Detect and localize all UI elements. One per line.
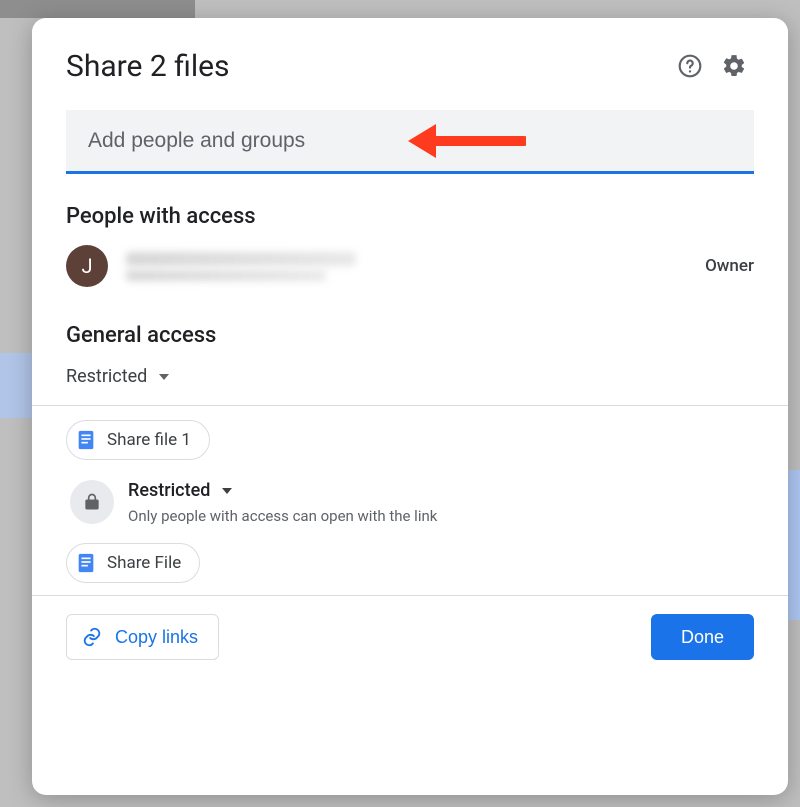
link-icon [81, 626, 103, 648]
avatar: J [66, 245, 108, 287]
add-people-field[interactable] [66, 110, 754, 174]
add-people-input[interactable] [86, 128, 734, 154]
chevron-down-icon [222, 488, 232, 494]
copy-links-label: Copy links [115, 627, 198, 648]
done-button[interactable]: Done [651, 614, 754, 660]
file-chip-label: Share file 1 [107, 430, 191, 450]
person-role: Owner [705, 256, 754, 276]
gear-icon [721, 53, 747, 79]
dialog-title: Share 2 files [66, 49, 666, 84]
share-dialog: Share 2 files People with access J Own [32, 18, 788, 795]
lock-badge [70, 480, 114, 524]
lock-icon [82, 492, 102, 512]
docs-icon [75, 552, 97, 574]
person-info [126, 248, 705, 285]
file-chip[interactable]: Share File [66, 543, 200, 583]
file-chip-label: Share File [107, 553, 181, 573]
file-access-row: Restricted Only people with access can o… [70, 480, 754, 525]
general-access-dropdown[interactable]: Restricted [66, 366, 754, 387]
file-access-info: Restricted Only people with access can o… [128, 480, 437, 525]
help-icon [677, 53, 703, 79]
settings-button[interactable] [714, 46, 754, 86]
general-access-heading: General access [66, 323, 754, 348]
copy-links-button[interactable]: Copy links [66, 614, 219, 660]
dialog-header: Share 2 files [32, 18, 788, 96]
file-access-value: Restricted [128, 480, 210, 501]
background-strip [0, 353, 32, 418]
general-access-value: Restricted [66, 366, 147, 387]
background-strip [0, 0, 195, 18]
help-button[interactable] [670, 46, 710, 86]
background-strip [788, 470, 800, 620]
redacted-email [126, 270, 326, 281]
redacted-name [126, 252, 356, 266]
people-with-access-heading: People with access [66, 204, 754, 229]
file-access-dropdown[interactable]: Restricted [128, 480, 437, 501]
file-chip[interactable]: Share file 1 [66, 420, 210, 460]
chevron-down-icon [159, 374, 169, 380]
docs-icon [75, 429, 97, 451]
file-section-1: Share file 1 Restricted Only people with… [32, 406, 788, 595]
file-access-description: Only people with access can open with th… [128, 507, 437, 525]
dialog-footer: Copy links Done [32, 596, 788, 680]
person-row-owner: J Owner [32, 239, 788, 293]
